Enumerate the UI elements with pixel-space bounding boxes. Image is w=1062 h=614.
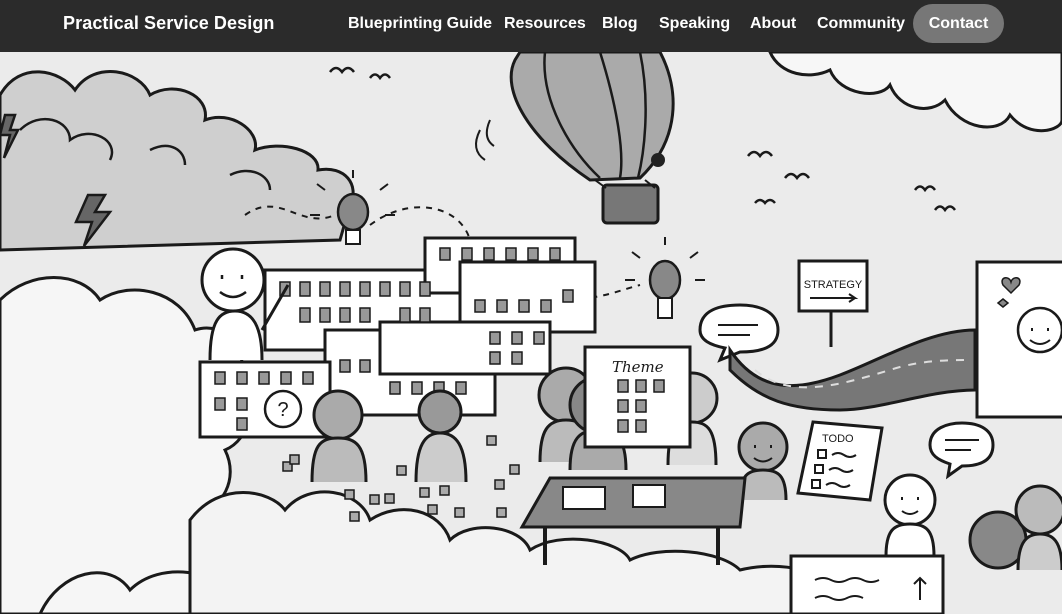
- theme-board: Theme: [583, 345, 692, 449]
- todo-list: TODO: [796, 420, 884, 502]
- nav-community[interactable]: Community: [817, 0, 905, 52]
- insight-card: [789, 554, 945, 614]
- top-navigation-bar: Practical Service Design Blueprinting Gu…: [0, 0, 1062, 52]
- question-mark-label: ?: [277, 399, 288, 421]
- nav-blueprinting-guide[interactable]: Blueprinting Guide: [348, 0, 492, 52]
- persona-board: [975, 260, 1062, 419]
- todo-label: TODO: [822, 433, 854, 445]
- site-brand-link[interactable]: Practical Service Design: [63, 0, 275, 52]
- hero-illustration: ? Theme STRATEGY TODO: [0, 52, 1062, 614]
- nav-blog[interactable]: Blog: [602, 0, 638, 52]
- theme-label: Theme: [612, 358, 664, 376]
- strategy-sign-label: STRATEGY: [804, 279, 863, 291]
- hero-sketch: ? Theme STRATEGY TODO: [0, 52, 1062, 614]
- nav-speaking[interactable]: Speaking: [659, 0, 730, 52]
- nav-resources[interactable]: Resources: [504, 0, 586, 52]
- contact-button[interactable]: Contact: [913, 4, 1004, 43]
- nav-about[interactable]: About: [750, 0, 796, 52]
